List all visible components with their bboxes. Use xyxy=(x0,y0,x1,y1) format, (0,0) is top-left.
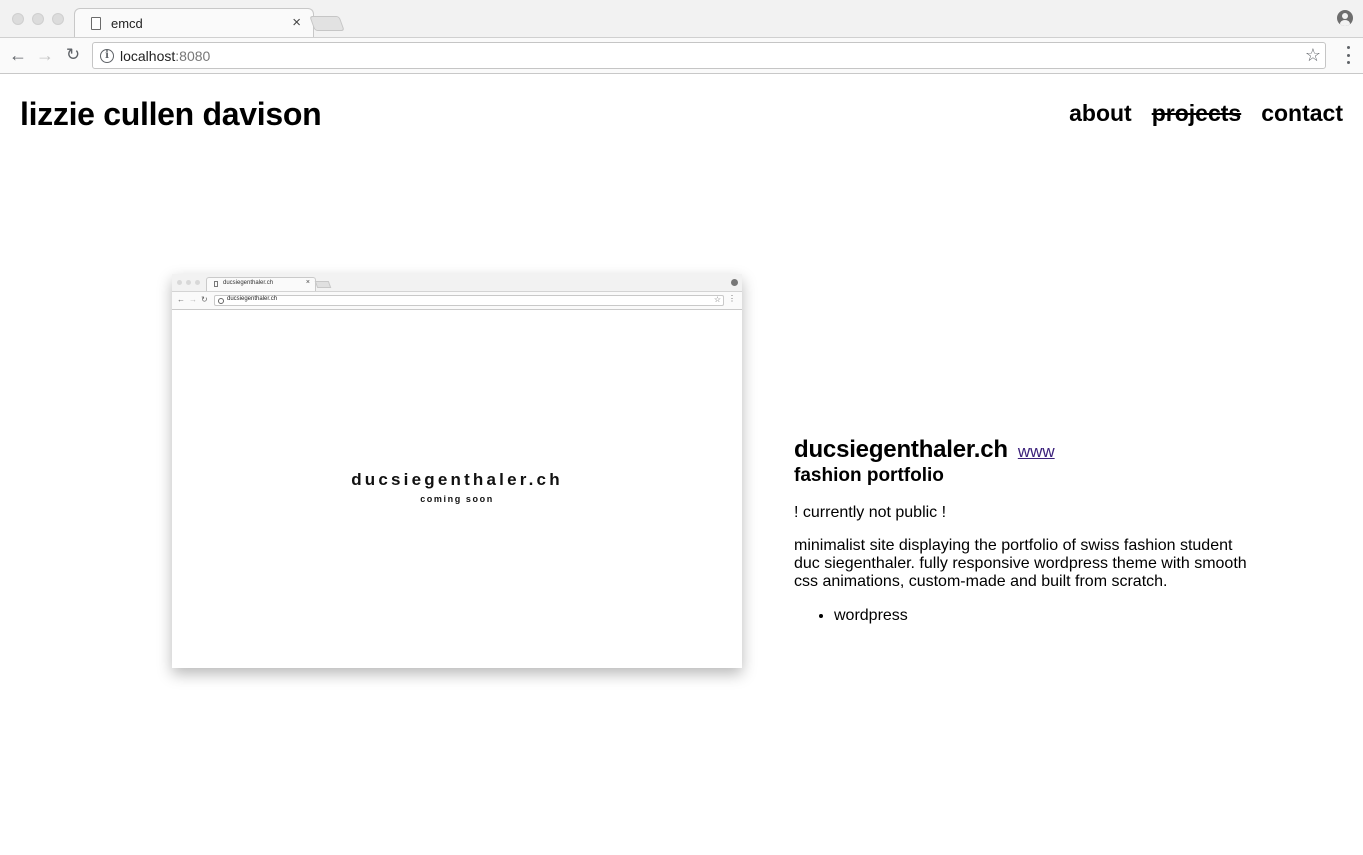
preview-forward-icon: → xyxy=(189,295,197,304)
close-icon[interactable]: × xyxy=(292,15,301,31)
preview-light xyxy=(186,280,191,285)
tag-item: wordpress xyxy=(834,607,1264,625)
menu-icon[interactable] xyxy=(1347,46,1351,64)
site-title[interactable]: lizzie cullen davison xyxy=(20,96,322,133)
preview-address-bar: ducsiegenthaler.ch ☆ xyxy=(214,295,724,306)
preview-window-controls xyxy=(177,280,200,285)
preview-site-name: ducsiegenthaler.ch xyxy=(351,470,563,489)
page-content: lizzie cullen davison about projects con… xyxy=(0,74,1363,855)
close-window-button[interactable] xyxy=(12,13,24,25)
preview-url: ducsiegenthaler.ch xyxy=(227,296,278,302)
project-screenshot: ducsiegenthaler.ch × ← → ↻ ducsiegenthal… xyxy=(172,274,742,668)
tab-title: emcd xyxy=(111,16,143,31)
preview-tab: ducsiegenthaler.ch × xyxy=(206,277,316,291)
forward-icon[interactable]: → xyxy=(34,44,56,66)
url-text[interactable]: localhost:8080 xyxy=(120,48,210,64)
project-note: ! currently not public ! xyxy=(794,504,947,521)
site-nav: about projects contact xyxy=(1069,100,1343,127)
star-icon[interactable]: ☆ xyxy=(1305,45,1321,66)
new-tab-icon[interactable] xyxy=(309,16,345,31)
nav-projects-link[interactable]: projects xyxy=(1152,100,1241,127)
browser-chrome: emcd × ← → ↻ i localhost:8080 ☆ xyxy=(0,0,1363,74)
window-controls xyxy=(12,13,64,25)
preview-page-icon xyxy=(214,281,218,287)
preview-info-icon xyxy=(218,298,224,304)
page-icon xyxy=(91,17,101,30)
preview-tab-title: ducsiegenthaler.ch xyxy=(223,280,274,286)
preview-profile-icon xyxy=(731,279,738,286)
preview-menu-icon: ⋮ xyxy=(728,294,736,303)
preview-close-icon: × xyxy=(305,279,310,286)
preview-toolbar: ← → ↻ ducsiegenthaler.ch ☆ ⋮ xyxy=(172,291,742,310)
project-tags: wordpress xyxy=(834,607,1264,625)
zoom-window-button[interactable] xyxy=(52,13,64,25)
preview-page: ducsiegenthaler.ch coming soon xyxy=(172,310,742,668)
preview-back-icon: ← xyxy=(177,295,185,304)
reload-icon[interactable]: ↻ xyxy=(62,44,84,66)
preview-light xyxy=(195,280,200,285)
project-details: ducsiegenthaler.ch www fashion portfolio… xyxy=(794,436,1264,625)
address-bar[interactable]: i localhost:8080 ☆ xyxy=(92,42,1326,69)
preview-site-subtitle: coming soon xyxy=(420,494,494,504)
browser-tab[interactable]: emcd × xyxy=(74,8,314,38)
preview-tab-strip: ducsiegenthaler.ch × xyxy=(172,274,742,291)
nav-about-link[interactable]: about xyxy=(1069,100,1132,127)
project-title: ducsiegenthaler.ch xyxy=(794,436,1008,463)
nav-contact-link[interactable]: contact xyxy=(1261,100,1343,127)
minimize-window-button[interactable] xyxy=(32,13,44,25)
profile-icon[interactable] xyxy=(1337,10,1353,26)
info-icon[interactable]: i xyxy=(100,49,114,63)
preview-new-tab-icon xyxy=(314,281,332,288)
browser-toolbar: ← → ↻ i localhost:8080 ☆ xyxy=(0,37,1363,74)
project-www-link[interactable]: www xyxy=(1018,442,1055,462)
preview-reload-icon: ↻ xyxy=(201,295,208,304)
back-icon[interactable]: ← xyxy=(7,44,29,66)
tab-strip: emcd × xyxy=(0,0,1363,38)
preview-light xyxy=(177,280,182,285)
project-heading: ducsiegenthaler.ch www xyxy=(794,436,1264,464)
preview-star-icon: ☆ xyxy=(713,295,721,304)
project-description: minimalist site displaying the portfolio… xyxy=(794,537,1247,590)
project-subtitle: fashion portfolio xyxy=(794,465,944,486)
